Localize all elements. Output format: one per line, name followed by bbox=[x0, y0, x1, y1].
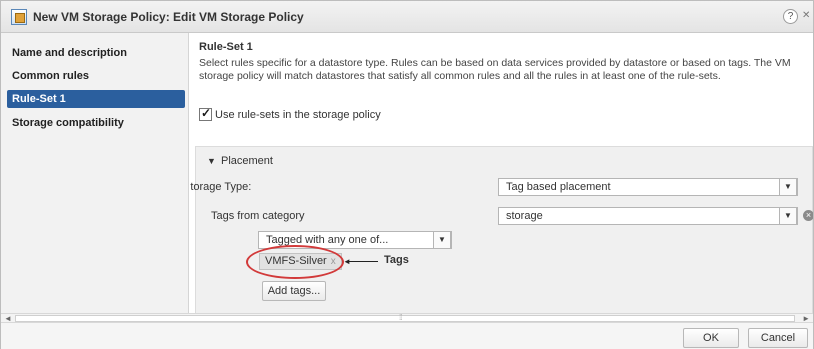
chevron-down-icon[interactable]: ▼ bbox=[779, 178, 797, 196]
tag-category-select[interactable]: storage ▼ bbox=[498, 207, 798, 225]
page-title: Rule-Set 1 bbox=[199, 41, 253, 53]
dialog-footer: OK Cancel bbox=[1, 323, 813, 349]
storage-type-value: Tag based placement bbox=[506, 181, 611, 193]
nav-item-name-and-description[interactable]: Name and description bbox=[7, 44, 185, 62]
add-tags-button[interactable]: Add tags... bbox=[262, 281, 326, 301]
close-icon[interactable]: ✕ bbox=[802, 10, 810, 21]
tag-category-value: storage bbox=[506, 210, 543, 222]
nav-item-rule-set-1[interactable]: Rule-Set 1 bbox=[7, 90, 185, 108]
annotation-circle bbox=[246, 245, 344, 279]
scrollbar-thumb[interactable]: ⁞⁞ bbox=[15, 313, 795, 322]
nav-item-common-rules[interactable]: Common rules bbox=[7, 67, 185, 85]
use-rulesets-label: Use rule-sets in the storage policy bbox=[215, 109, 381, 121]
nav-item-storage-compatibility[interactable]: Storage compatibility bbox=[7, 114, 185, 132]
chevron-down-icon[interactable]: ▼ bbox=[433, 231, 451, 249]
remove-circle-icon[interactable]: × bbox=[803, 210, 813, 221]
annotation-arrow bbox=[346, 261, 378, 262]
help-icon[interactable]: ? bbox=[783, 9, 798, 24]
use-rulesets-checkbox[interactable] bbox=[199, 106, 212, 121]
storage-type-select[interactable]: Tag based placement ▼ bbox=[498, 178, 798, 196]
ok-button[interactable]: OK bbox=[683, 328, 739, 348]
chevron-down-icon[interactable]: ▼ bbox=[779, 207, 797, 225]
vm-storage-policy-icon bbox=[11, 9, 27, 25]
tag-match-value: Tagged with any one of... bbox=[266, 234, 389, 246]
main-content: Rule-Set 1 Select rules specific for a d… bbox=[190, 33, 813, 313]
storage-type-label: Storage Type: bbox=[190, 181, 252, 193]
annotation-tags-label: Tags bbox=[384, 254, 409, 266]
title-bar: New VM Storage Policy: Edit VM Storage P… bbox=[1, 1, 813, 33]
placement-section-label[interactable]: Placement bbox=[221, 155, 273, 167]
horizontal-scrollbar[interactable]: ◄ ⁞⁞ ► bbox=[1, 313, 813, 323]
triangle-down-icon[interactable]: ▼ bbox=[207, 156, 216, 166]
scroll-left-icon[interactable]: ◄ bbox=[4, 314, 12, 323]
edit-vm-storage-policy-dialog: New VM Storage Policy: Edit VM Storage P… bbox=[0, 0, 814, 349]
rule-set-description: Select rules specific for a datastore ty… bbox=[199, 57, 791, 82]
cancel-button[interactable]: Cancel bbox=[748, 328, 808, 348]
grip-icon: ⁞⁞ bbox=[399, 313, 403, 322]
scroll-right-icon[interactable]: ► bbox=[802, 314, 810, 323]
placement-panel: ▼ Placement Storage Type: Tag based plac… bbox=[190, 146, 813, 313]
wizard-navigation: Name and description Common rules Rule-S… bbox=[1, 33, 189, 313]
tags-from-category-label: Tags from category bbox=[211, 210, 305, 222]
dialog-title: New VM Storage Policy: Edit VM Storage P… bbox=[33, 10, 304, 24]
